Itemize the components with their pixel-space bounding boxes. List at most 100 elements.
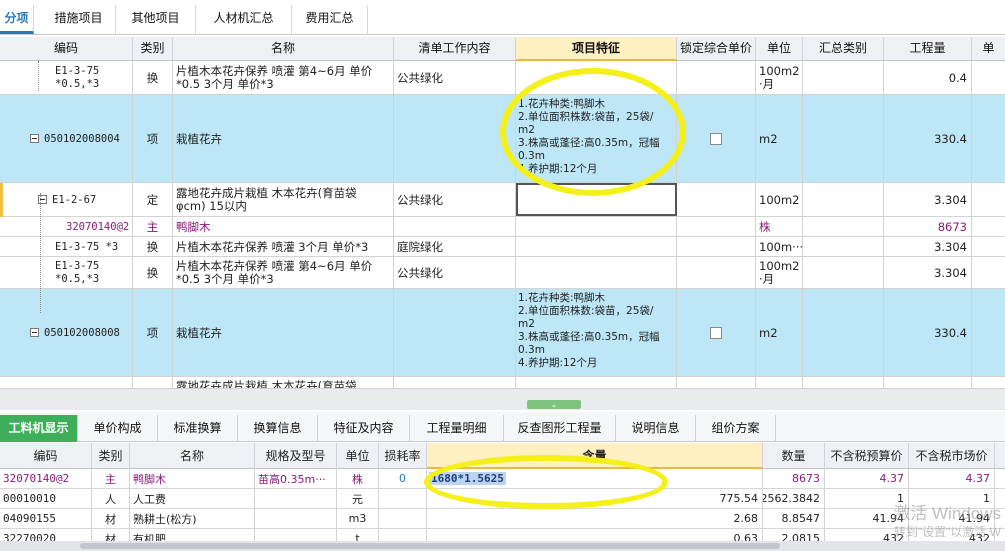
tab-other-items[interactable]: 其他项目 — [116, 5, 196, 34]
col-header-quantity[interactable]: 工程量 — [884, 37, 972, 61]
col-header-work-content[interactable]: 清单工作内容 — [394, 37, 516, 61]
scrollbar-thumb[interactable] — [80, 543, 780, 549]
amount-cell: 8673 — [763, 469, 825, 488]
lock-price-checkbox[interactable] — [710, 132, 722, 145]
splitter-grip-icon[interactable]: ⌄ — [527, 400, 581, 409]
work-cell: 公共绿化 — [394, 183, 516, 216]
type-cell: 换 — [133, 237, 173, 256]
lock-price-checkbox[interactable] — [710, 326, 722, 339]
name-cell: 熟耕土(松方) — [130, 509, 255, 528]
code-cell: 050102008008 — [44, 326, 120, 339]
tab-labor-material-display[interactable]: 工料机显示 — [0, 415, 78, 442]
table-row[interactable]: 32270020 材 有机肥 t 0.63 2.0815 432 432 — [0, 529, 1005, 541]
col-header-amount[interactable]: 数量 — [763, 443, 825, 469]
quantity-cell: 330.4 — [884, 289, 972, 376]
tab-pricing-scheme[interactable]: 组价方案 — [696, 415, 776, 442]
code-cell: 00010010 — [0, 489, 92, 508]
col-header-code[interactable]: 编码 — [0, 37, 133, 61]
quantity-cell: 330.4 — [884, 95, 972, 182]
unit-cell: 株 — [756, 217, 803, 236]
col-header-unit[interactable]: 单位 — [337, 443, 379, 469]
type-cell: 换 — [133, 61, 173, 94]
quantity-cell: 3.304 — [884, 257, 972, 288]
table-row[interactable]: 04090155 材 熟耕土(松方) m3 2.68 8.8547 41.94 … — [0, 509, 1005, 529]
type-cell: 换 — [133, 257, 173, 288]
work-cell: 公共绿化 — [394, 61, 516, 94]
type-cell: 主 — [133, 217, 173, 236]
tab-features-content[interactable]: 特征及内容 — [318, 415, 410, 442]
tab-description-info[interactable]: 说明信息 — [616, 415, 696, 442]
grid-body: E1-3-75 *0.5,*3 换 片植木本花卉保养 喷灌 第4~6月 单价 *… — [0, 61, 1005, 388]
budget-cell: 4.37 — [825, 469, 909, 488]
tab-reverse-graphic-quantity[interactable]: 反查图形工程量 — [504, 415, 616, 442]
tree-guide — [38, 61, 39, 91]
unit-cell: 100m2 ·月 — [756, 61, 803, 94]
amount-cell: 2562.3842 — [763, 489, 825, 508]
quantity-cell: 3.304 — [884, 183, 972, 216]
feature-cell[interactable]: 1.花卉种类:鸭脚木 2.单位面积株数:袋苗，25袋/ m2 3.株高或蓬径:高… — [516, 289, 677, 376]
windows-watermark-subtitle: 转到"设置"以激活 W — [893, 525, 1001, 539]
amount-cell: 2.0815 — [763, 529, 825, 541]
tab-conversion-info[interactable]: 换算信息 — [238, 415, 318, 442]
col-header-name[interactable]: 名称 — [173, 37, 394, 61]
tab-labor-material-summary[interactable]: 人材机汇总 — [196, 5, 292, 34]
unit-cell: m2 — [756, 289, 803, 376]
table-row[interactable]: 露地花卉成片栽植 木本花卉(育苗袋 — [0, 377, 1005, 388]
code-cell: E1-3-75 *0.5,*3 — [0, 257, 133, 288]
table-row[interactable]: E1-2-67 定 露地花卉成片栽植 木本花卉(育苗袋 φcm) 15以内 公共… — [0, 183, 1005, 217]
name-cell: 鸭脚木 — [130, 469, 255, 488]
table-row[interactable]: E1-3-75 *0.5,*3 换 片植木本花卉保养 喷灌 第4~6月 单价 *… — [0, 257, 1005, 289]
col-header-name[interactable]: 名称 — [130, 443, 255, 469]
windows-watermark-title: 激活 Windows — [893, 504, 1001, 523]
market-cell[interactable]: 4.37 — [909, 469, 995, 488]
col-header-unit-price[interactable]: 单 — [972, 37, 1005, 61]
grid-header: 编码 类别 名称 清单工作内容 项目特征 锁定综合单价 单位 汇总类别 工程量 … — [0, 37, 1005, 61]
annotation-ellipse — [500, 68, 686, 196]
unit-cell: 株 — [337, 469, 379, 488]
tab-measures[interactable]: 措施项目 — [42, 5, 116, 34]
table-row[interactable]: E1-3-75 *0.5,*3 换 片植木本花卉保养 喷灌 第4~6月 单价 *… — [0, 61, 1005, 95]
content-cell[interactable]: 0.63 — [427, 529, 763, 541]
col-header-lock-price[interactable]: 锁定综合单价 — [677, 37, 756, 61]
col-header-type[interactable]: 类别 — [92, 443, 130, 469]
annotation-ellipse — [424, 455, 668, 509]
code-cell: 050102008004 — [44, 132, 120, 145]
work-cell: 庭院绿化 — [394, 237, 516, 256]
col-header-type[interactable]: 类别 — [133, 37, 173, 61]
content-cell[interactable]: 2.68 — [427, 509, 763, 528]
col-header-feature[interactable]: 项目特征 — [516, 37, 677, 61]
tab-cost-summary[interactable]: 费用汇总 — [292, 5, 368, 34]
tab-unit-price-composition[interactable]: 单价构成 — [78, 415, 158, 442]
name-cell: 有机肥 — [130, 529, 255, 541]
row-marker — [0, 183, 3, 217]
tab-standard-conversion[interactable]: 标准换算 — [158, 415, 238, 442]
table-row[interactable]: E1-3-75 *3 换 片植木本花卉保养 喷灌 3个月 单价*3 庭院绿化 1… — [0, 237, 1005, 257]
tab-fenxiang[interactable]: 分项 — [0, 5, 34, 34]
col-header-unit[interactable]: 单位 — [756, 37, 803, 61]
col-header-code[interactable]: 编码 — [0, 443, 92, 469]
bottom-tab-bar: 工料机显示 单价构成 标准换算 换算信息 特征及内容 工程量明细 反查图形工程量… — [0, 412, 1005, 442]
table-row[interactable]: 32070140@2 主 鸭脚木 株 8673 — [0, 217, 1005, 237]
name-cell: 片植木本花卉保养 喷灌 第4~6月 单价 *0.5 3个月 单价*3 — [173, 61, 394, 94]
loss-cell[interactable]: 0 — [379, 469, 427, 488]
name-cell: 鸭脚木 — [173, 217, 394, 236]
col-header-spec[interactable]: 规格及型号 — [255, 443, 337, 469]
collapse-icon[interactable] — [30, 134, 39, 143]
table-row-selected[interactable]: 050102008008 项 栽植花卉 1.花卉种类:鸭脚木 2.单位面积株数:… — [0, 289, 1005, 377]
name-cell: 露地花卉成片栽植 木本花卉(育苗袋 — [173, 377, 394, 388]
unit-cell: 100m··· — [756, 237, 803, 256]
collapse-icon[interactable] — [30, 328, 39, 337]
col-header-budget-price[interactable]: 不含税预算价 — [825, 443, 909, 469]
unit-cell: t — [337, 529, 379, 541]
panel-splitter[interactable] — [0, 388, 1005, 410]
col-header-market-price[interactable]: 不含税市场价 — [909, 443, 995, 469]
spec-cell: 苗高0.35m··· — [255, 469, 337, 488]
code-cell: 32070140@2 — [0, 217, 133, 236]
col-header-loss-rate[interactable]: 损耗率 — [379, 443, 427, 469]
quantity-cell: 0.4 — [884, 61, 972, 94]
tab-quantity-details[interactable]: 工程量明细 — [410, 415, 504, 442]
name-cell: 片植木本花卉保养 喷灌 第4~6月 单价 *0.5 3个月 单价*3 — [173, 257, 394, 288]
type-cell: 人 — [92, 489, 130, 508]
col-header-summary-category[interactable]: 汇总类别 — [803, 37, 884, 61]
type-cell: 材 — [92, 529, 130, 541]
